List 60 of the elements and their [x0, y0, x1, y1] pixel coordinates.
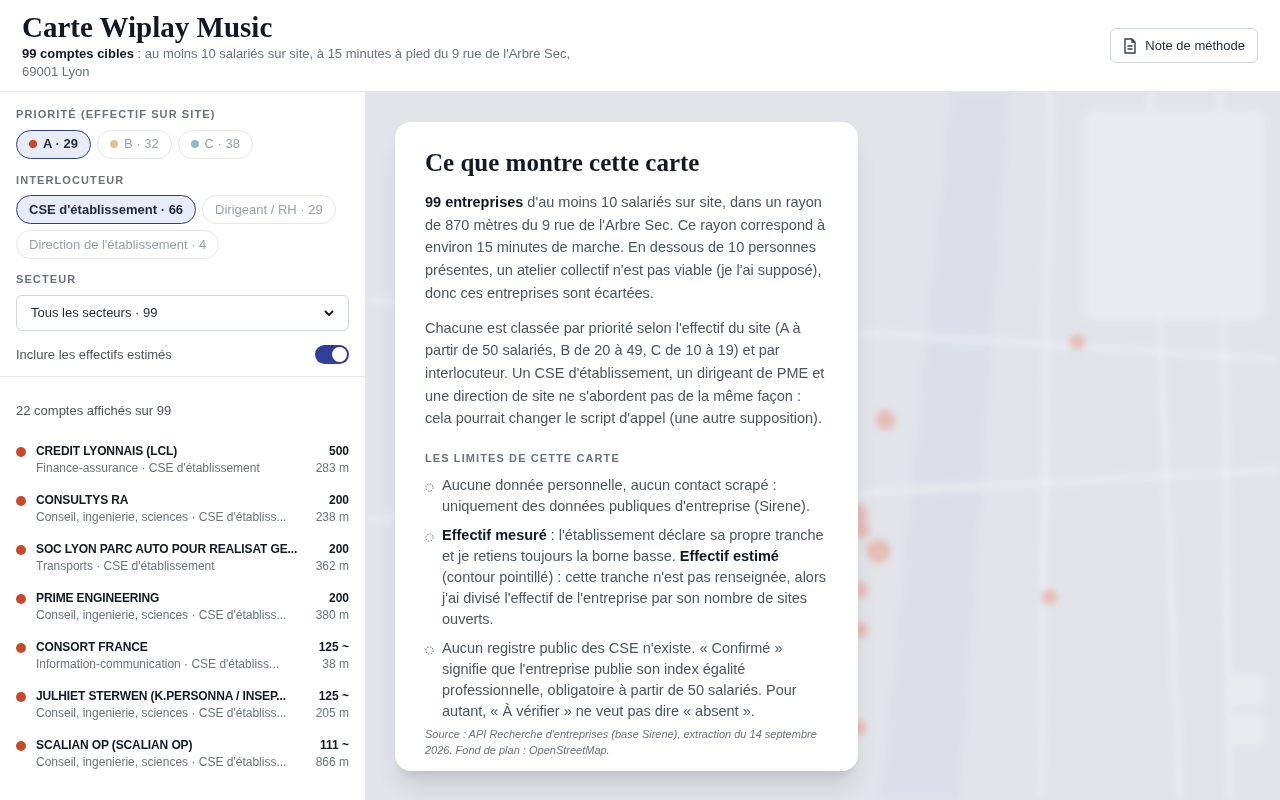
account-name: PRIME ENGINEERING: [36, 589, 160, 607]
estimated-toggle[interactable]: [315, 344, 349, 364]
limits-heading: LES LIMITES DE CETTE CARTE: [425, 451, 621, 467]
app-title: Carte Wiplay Music: [22, 10, 274, 43]
account-name: SOC LYON PARC AUTO POUR REALISAT GE...: [36, 540, 298, 558]
staff-count: 500: [328, 442, 349, 460]
method-note-button[interactable]: Note de méthode: [1110, 28, 1258, 63]
filter-chip[interactable]: CSE d'établissement · 66: [16, 195, 197, 224]
account-detail: Conseil, ingenierie, sciences · CSE d'établiss...: [36, 606, 287, 624]
distance: 38 m: [322, 655, 349, 673]
account-row[interactable]: CONSORT FRANCE Information-communication · CSE d'établiss... 125 ~ 38 m: [16, 638, 349, 675]
distance: 283 m: [315, 459, 349, 477]
document-icon: [1123, 37, 1138, 54]
account-name: CONSORT FRANCE: [36, 638, 148, 656]
account-name: SCALIAN OP (SCALIAN OP): [36, 736, 193, 754]
account-row[interactable]: JULHIET STERWEN (K.PERSONNA / INSEP... Conseil, ingenierie, sciences · CSE d'établiss... 125 ~ 205 m: [16, 687, 349, 724]
dialog-title: Ce que montre cette carte: [425, 148, 701, 178]
distance: 380 m: [315, 606, 349, 624]
limit-item: Aucun registre public des CSE n'existe. « Confirmé » signifie que l'entreprise publie son index égalité professionnelle, obligatoire à partir de 50 salariés. Pour autant, « À vérifier » ne veut pas dire « absent ».: [442, 638, 798, 721]
toggle-label: Inclure les effectifs estimés: [16, 345, 172, 364]
dialog-paragraph: Chacune est classée par priorité selon l'effectif du site (A à partir de 50 salariés, B de 20 à 49, C de 10 à 19) et par interlocuteur. Un CSE d'établissement, un dirigeant de PME et une direction de site ne s'abordent pas de la même façon : cela pourrait changer le script d'appel (une autre supposition).: [425, 318, 826, 429]
account-name: CREDIT LYONNAIS (LCL): [36, 442, 178, 460]
staff-count: 200: [328, 491, 349, 509]
account-detail: Conseil, ingenierie, sciences · CSE d'établiss...: [36, 704, 287, 722]
distance: 362 m: [315, 557, 349, 575]
account-detail: Conseil, ingenierie, sciences · CSE d'établiss...: [36, 753, 287, 771]
filter-chip[interactable]: A · 29: [16, 129, 91, 159]
section-label: PRIORITÉ (EFFECTIF SUR SITE): [16, 107, 217, 122]
app-subtitle: 99 comptes cibles : au moins 10 salariés sur site, à 15 minutes à pied du 9 rue de l'Arbre Sec, 69001 Lyon: [22, 44, 572, 81]
results-count: 22 comptes affichés sur 99: [15, 402, 173, 420]
staff-count: 200: [328, 589, 349, 607]
account-row[interactable]: CONSULTYS RA Conseil, ingenierie, sciences · CSE d'établiss... 200 238 m: [16, 491, 349, 528]
staff-count: 111 ~: [319, 736, 349, 754]
account-row[interactable]: PRIME ENGINEERING Conseil, ingenierie, sciences · CSE d'établiss... 200 380 m: [16, 589, 349, 626]
dialog-paragraph: 99 entreprises d'au moins 10 salariés sur site, dans un rayon de 870 mètres du 9 rue de l'Arbre Sec. Ce rayon correspond à environ 15 minutes de marche. En dessous de 10 personnes présentes, un atelier collectif n'est pas viable (je l'ai supposé), donc ces entreprises sont écartées.: [425, 193, 827, 303]
distance: 205 m: [315, 704, 349, 722]
account-detail: Conseil, ingenierie, sciences · CSE d'établiss...: [36, 508, 287, 526]
limit-item: Effectif mesuré : l'établissement déclare sa propre tranche et je retiens toujours la borne basse. Effectif estimé (contour pointillé) : cette tranche n'est pas renseignée, alors j'ai divisé l'effectif de l'entreprise par son nombre de sites ouverts.: [442, 525, 827, 629]
account-detail: Finance-assurance · CSE d'établissement: [36, 459, 260, 477]
dotted-circle-icon: [425, 645, 434, 655]
account-detail: Transports · CSE d'établissement: [36, 557, 215, 575]
sector-select[interactable]: Tous les secteurs · 99: [16, 294, 349, 331]
limit-item: Aucune donnée personnelle, aucun contact scrapé : uniquement des données publiques d'entreprise (Sirene).: [442, 475, 811, 516]
source-note: Source : API Recherche d'entreprises (base Sirene), extraction du 14 septembre 2026. Fond de plan : OpenStreetMap.: [425, 727, 818, 758]
account-row[interactable]: CREDIT LYONNAIS (LCL) Finance-assurance · CSE d'établissement 500 283 m: [16, 442, 349, 479]
section-label: INTERLOCUTEUR: [16, 172, 126, 188]
account-row[interactable]: SOC LYON PARC AUTO POUR REALISAT GE... Transports · CSE d'établissement 200 362 m: [16, 540, 349, 577]
dotted-circle-icon: [425, 532, 434, 542]
account-name: CONSULTYS RA: [36, 491, 129, 509]
account-detail: Information-communication · CSE d'établiss...: [36, 655, 280, 673]
account-row[interactable]: SCALIAN OP (SCALIAN OP) Conseil, ingenierie, sciences · CSE d'établiss... 111 ~ 866 m: [16, 736, 349, 773]
section-label: SECTEUR: [16, 272, 78, 287]
staff-count: 200: [328, 540, 349, 558]
distance: 866 m: [315, 753, 349, 771]
distance: 238 m: [315, 508, 349, 526]
dotted-circle-icon: [425, 482, 434, 492]
staff-count: 125 ~: [318, 687, 349, 705]
staff-count: 125 ~: [318, 638, 349, 656]
account-name: JULHIET STERWEN (K.PERSONNA / INSEP...: [36, 687, 286, 705]
chevron-down-icon: [324, 309, 334, 316]
